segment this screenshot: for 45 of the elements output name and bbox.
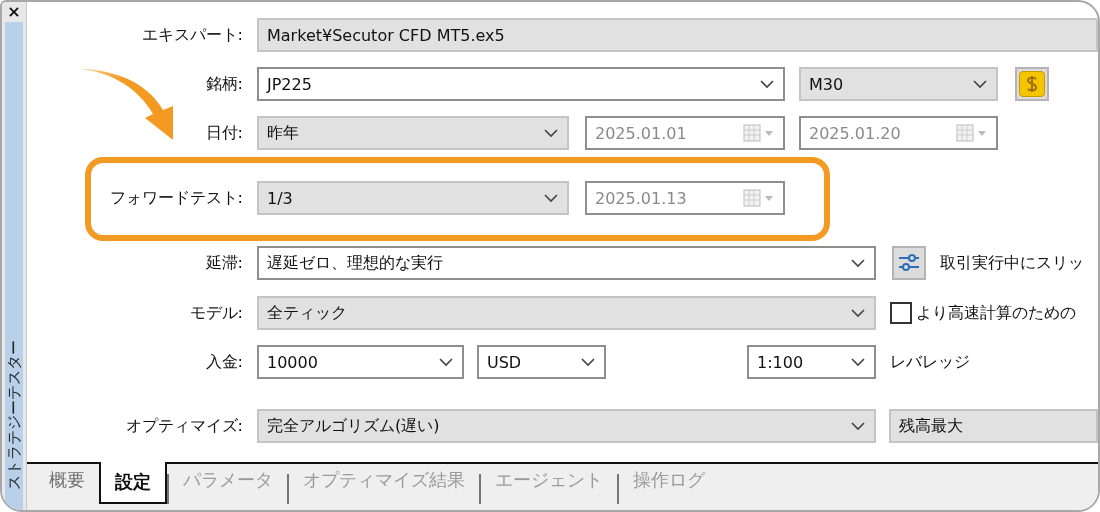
tab[interactable]: 概要: [35, 462, 99, 498]
field-label: オプティマイズ:: [124, 415, 244, 437]
dropdown[interactable]: 残高最大: [889, 409, 1098, 443]
chevron-down-icon: [850, 357, 866, 367]
chevron-down-icon: [850, 308, 866, 318]
close-button[interactable]: ×: [2, 2, 26, 22]
chevron-down-icon: [543, 193, 559, 203]
field-label: エキスパート:: [140, 24, 244, 46]
tab[interactable]: 設定: [99, 462, 167, 504]
field-label: 入金:: [204, 351, 244, 373]
chevron-down-icon: [438, 357, 454, 367]
chevron-down-icon: [850, 258, 866, 268]
chevron-down-icon: [759, 79, 775, 89]
combo-box[interactable]: 10000: [257, 345, 464, 379]
dropdown[interactable]: 1/3: [257, 181, 569, 215]
expert-field[interactable]: Market¥Secutor CFD MT5.ex5: [257, 18, 1098, 52]
symbol-button[interactable]: [1015, 67, 1049, 101]
dropdown[interactable]: M30: [799, 67, 998, 101]
chevron-down-icon: [850, 421, 866, 431]
chevron-down-icon: [972, 79, 988, 89]
field-label: モデル:: [188, 302, 244, 324]
chevron-down-icon: [543, 128, 559, 138]
option-text: 取引実行中にスリッ: [940, 252, 1084, 274]
calendar-icon: [743, 189, 775, 207]
sliders-icon: [898, 252, 920, 274]
combo-box[interactable]: 遅延ゼロ、理想的な実行: [257, 246, 876, 280]
dropdown[interactable]: 全ティック: [257, 296, 876, 330]
dropdown[interactable]: 昨年: [257, 116, 569, 150]
field-label: 銘柄:: [204, 73, 244, 95]
dollar-coin-icon: [1019, 71, 1045, 97]
field-label: 日付:: [204, 122, 244, 144]
field-label: 延滞:: [204, 252, 244, 274]
combo-box[interactable]: JP225: [257, 67, 785, 101]
calendar-icon: [743, 124, 775, 142]
field-label: フォワードテスト:: [108, 187, 244, 209]
combo-box[interactable]: 1:100: [747, 345, 876, 379]
option-text: レバレッジ: [890, 351, 970, 373]
settings-button[interactable]: [892, 246, 926, 280]
calendar-icon: [956, 124, 988, 142]
checkbox[interactable]: [890, 302, 912, 324]
dropdown[interactable]: 完全アルゴリズム(遅い): [257, 409, 876, 443]
panel-title: ストラテジーテスター: [5, 340, 23, 490]
checkbox-label: より高速計算のための: [916, 302, 1076, 324]
chevron-down-icon: [580, 357, 596, 367]
combo-box[interactable]: USD: [477, 345, 606, 379]
